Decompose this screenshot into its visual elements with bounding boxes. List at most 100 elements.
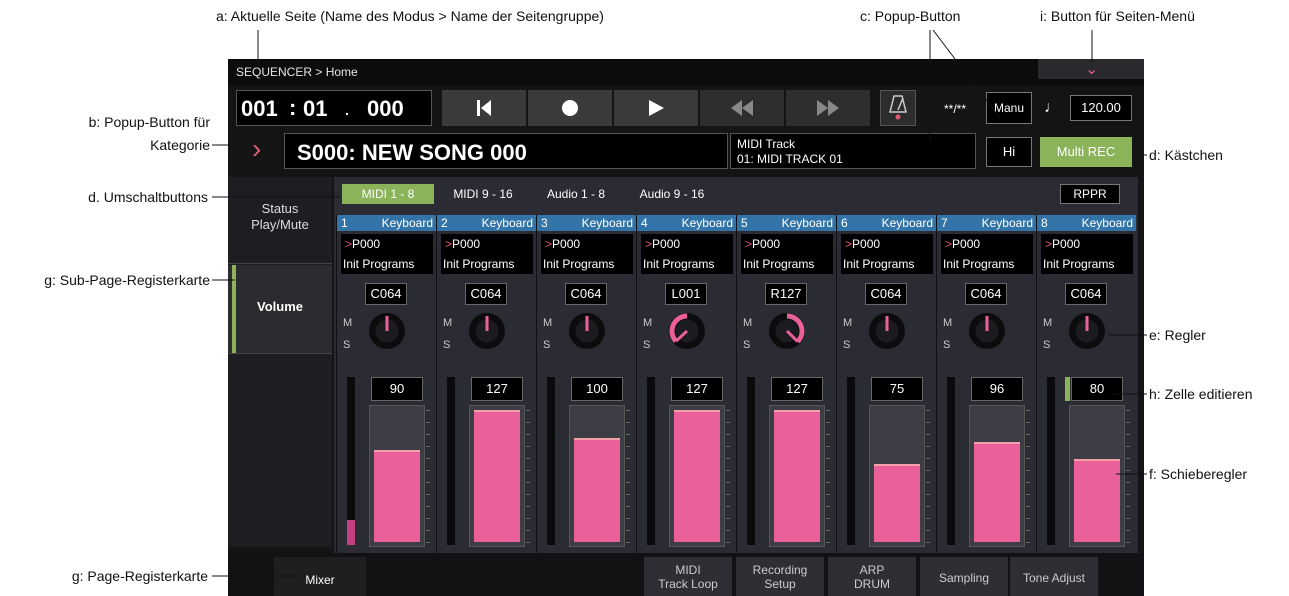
top-bar: SEQUENCER > Home ⌄ (228, 59, 1144, 85)
pan-knob[interactable] (965, 309, 1009, 353)
pan-knob[interactable] (465, 309, 509, 353)
toggle-midi-1-8[interactable]: MIDI 1 - 8 (342, 184, 434, 204)
pan-knob[interactable] (765, 309, 809, 353)
track-select-popup[interactable]: MIDI Track 01: MIDI TRACK 01 (730, 133, 976, 169)
volume-value[interactable]: 96 (971, 377, 1023, 401)
subtab-status-play-mute[interactable]: Status Play/Mute (228, 201, 332, 257)
pan-knob[interactable] (365, 309, 409, 353)
toggle-audio-9-16[interactable]: Audio 9 - 16 (624, 184, 720, 204)
pan-value[interactable]: C064 (565, 283, 607, 305)
pagetab-mixer[interactable]: Mixer (274, 557, 366, 596)
pan-value[interactable]: R127 (765, 283, 807, 305)
volume-fader[interactable] (569, 405, 630, 547)
solo-label[interactable]: S (443, 339, 450, 351)
rppr-checkbox[interactable]: RPPR (1060, 184, 1120, 204)
solo-label[interactable]: S (943, 339, 950, 351)
channel-header[interactable]: 8 Keyboard (1037, 215, 1136, 231)
volume-fader[interactable] (369, 405, 430, 547)
metronome-button[interactable] (880, 90, 916, 126)
mute-label[interactable]: M (843, 317, 852, 329)
program-select[interactable]: >P000 Init Programs (641, 234, 733, 274)
pan-value[interactable]: C064 (965, 283, 1007, 305)
volume-fader[interactable] (869, 405, 930, 547)
level-meter (947, 377, 955, 545)
toggle-midi-9-16[interactable]: MIDI 9 - 16 (438, 184, 528, 204)
program-select[interactable]: >P000 Init Programs (941, 234, 1033, 274)
category-popup-button[interactable]: › (236, 133, 282, 169)
volume-value[interactable]: 75 (871, 377, 923, 401)
program-select[interactable]: >P000 Init Programs (741, 234, 833, 274)
pan-knob[interactable] (565, 309, 609, 353)
play-button[interactable] (614, 90, 698, 126)
program-select[interactable]: >P000 Init Programs (441, 234, 533, 274)
program-bank: Init Programs (843, 257, 915, 271)
channel-header[interactable]: 4 Keyboard (637, 215, 736, 231)
tempo-field[interactable]: 120.00 (1070, 95, 1132, 121)
volume-fader[interactable] (1069, 405, 1130, 547)
pan-value[interactable]: C064 (865, 283, 907, 305)
channel-strip: 3 Keyboard >P000 Init Programs C064 M S … (536, 215, 636, 553)
program-prefix-icon: > (345, 237, 353, 251)
program-select[interactable]: >P000 Init Programs (541, 234, 633, 274)
pagetab-sampling[interactable]: Sampling (920, 557, 1008, 596)
mute-label[interactable]: M (443, 317, 452, 329)
pagetab-midi-track-loop[interactable]: MIDI Track Loop (644, 557, 732, 596)
volume-fader[interactable] (769, 405, 830, 547)
channel-header[interactable]: 3 Keyboard (537, 215, 636, 231)
time-signature[interactable]: **/** (944, 102, 966, 116)
rewind-button[interactable] (700, 90, 784, 126)
volume-fader-fill (474, 410, 520, 542)
hi-button[interactable]: Hi (986, 137, 1032, 167)
program-label: P000 (652, 237, 681, 251)
song-select[interactable]: S000: NEW SONG 000 (284, 133, 728, 169)
page-menu-button[interactable]: ⌄ (1038, 59, 1144, 79)
mute-label[interactable]: M (543, 317, 552, 329)
mute-label[interactable]: M (1043, 317, 1052, 329)
volume-value[interactable]: 127 (671, 377, 723, 401)
pan-value[interactable]: C064 (1065, 283, 1107, 305)
program-select[interactable]: >P000 Init Programs (341, 234, 433, 274)
subtab-volume[interactable]: Volume (228, 265, 332, 353)
pan-value[interactable]: C064 (365, 283, 407, 305)
solo-label[interactable]: S (743, 339, 750, 351)
pagetab-recording-setup[interactable]: Recording Setup (736, 557, 824, 596)
to-start-button[interactable] (442, 90, 526, 126)
pan-knob[interactable] (665, 309, 709, 353)
solo-label[interactable]: S (343, 339, 350, 351)
multi-rec-checkbox[interactable]: Multi REC (1040, 137, 1132, 167)
mute-label[interactable]: M (343, 317, 352, 329)
mute-label[interactable]: M (743, 317, 752, 329)
channel-header[interactable]: 7 Keyboard (937, 215, 1036, 231)
pagetab-tone-adjust[interactable]: Tone Adjust (1010, 557, 1098, 596)
solo-label[interactable]: S (643, 339, 650, 351)
channel-header[interactable]: 2 Keyboard (437, 215, 536, 231)
pan-value[interactable]: L001 (665, 283, 707, 305)
locator-display[interactable]: 001 : 01 . 000 (236, 90, 432, 126)
toggle-audio-1-8[interactable]: Audio 1 - 8 (532, 184, 620, 204)
pan-knob[interactable] (1065, 309, 1109, 353)
channel-header[interactable]: 5 Keyboard (737, 215, 836, 231)
volume-value[interactable]: 127 (771, 377, 823, 401)
program-select[interactable]: >P000 Init Programs (1041, 234, 1133, 274)
solo-label[interactable]: S (543, 339, 550, 351)
pan-knob[interactable] (865, 309, 909, 353)
volume-value[interactable]: 100 (571, 377, 623, 401)
mute-label[interactable]: M (643, 317, 652, 329)
solo-label[interactable]: S (1043, 339, 1050, 351)
pagetab-arp-drum[interactable]: ARP DRUM (828, 557, 916, 596)
solo-label[interactable]: S (843, 339, 850, 351)
program-select[interactable]: >P000 Init Programs (841, 234, 933, 274)
volume-value[interactable]: 127 (471, 377, 523, 401)
volume-value[interactable]: 90 (371, 377, 423, 401)
mute-label[interactable]: M (943, 317, 952, 329)
channel-header[interactable]: 1 Keyboard (337, 215, 436, 231)
tempo-mode-popup[interactable]: Manu (986, 92, 1032, 124)
volume-fader[interactable] (469, 405, 530, 547)
channel-header[interactable]: 6 Keyboard (837, 215, 936, 231)
record-button[interactable] (528, 90, 612, 126)
volume-fader[interactable] (969, 405, 1030, 547)
volume-fader[interactable] (669, 405, 730, 547)
volume-value[interactable]: 80 (1071, 377, 1123, 401)
pan-value[interactable]: C064 (465, 283, 507, 305)
fast-forward-button[interactable] (786, 90, 870, 126)
